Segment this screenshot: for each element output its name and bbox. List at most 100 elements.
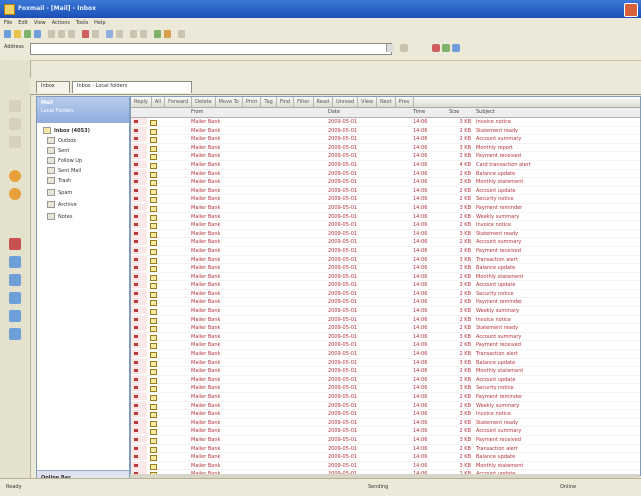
message-row[interactable]: Mailer Bank 2009-05-01 14:06 2 KB Payment re…	[131, 152, 640, 161]
message-row[interactable]: Mailer Bank 2009-05-01 14:06 2 KB Weekly sum…	[131, 401, 640, 411]
menu-tools[interactable]: Tools	[76, 20, 88, 26]
message-row[interactable]: Mailer Bank 2009-05-01 14:06 3 KB Monthly st…	[131, 178, 640, 187]
message-row[interactable]: Mailer Bank 2009-05-01 14:06 3 KB Statement …	[131, 229, 640, 239]
col-subject[interactable]: Subject	[476, 109, 495, 115]
menu-edit[interactable]: Edit	[18, 20, 28, 26]
message-row[interactable]: Mailer Bank 2009-05-01 14:06 3 KB Payment re…	[131, 203, 640, 213]
quick-toolbar-button[interactable]: Move To	[216, 97, 243, 107]
message-row[interactable]: Mailer Bank 2009-05-01 14:06 3 KB Balance up…	[131, 358, 640, 368]
receive-icon[interactable]	[24, 30, 31, 38]
address-book-icon[interactable]	[106, 30, 113, 38]
tools-icon[interactable]	[164, 30, 171, 38]
home-icon[interactable]	[452, 44, 460, 52]
quick-toolbar-button[interactable]: Print	[243, 97, 262, 107]
settings-icon[interactable]	[9, 328, 21, 340]
message-row[interactable]: Mailer Bank 2009-05-01 14:06 2 KB Statement …	[131, 324, 640, 333]
next-icon[interactable]	[140, 30, 147, 38]
rss-icon[interactable]	[9, 170, 21, 182]
forward-icon[interactable]	[68, 30, 75, 38]
message-row[interactable]: Mailer Bank 2009-05-01 14:06 3 KB Transactio…	[131, 255, 640, 265]
quick-toolbar-button[interactable]: View	[358, 97, 378, 107]
quick-toolbar-button[interactable]: Read	[314, 97, 334, 107]
menu-actions[interactable]: Actions	[52, 20, 70, 26]
menu-view[interactable]: View	[34, 20, 46, 26]
message-row[interactable]: Mailer Bank 2009-05-01 14:06 2 KB Invoice no…	[131, 315, 640, 325]
message-row[interactable]: Mailer Bank 2009-05-01 14:06 2 KB Payment re…	[131, 246, 640, 256]
message-row[interactable]: Mailer Bank 2009-05-01 14:06 3 KB Monthly re…	[131, 143, 640, 153]
address-dropdown-icon[interactable]	[386, 44, 394, 52]
col-time[interactable]: Time	[413, 109, 425, 115]
reply-all-icon[interactable]	[58, 30, 65, 38]
folder-item[interactable]: Sent	[47, 147, 69, 154]
quick-toolbar-button[interactable]: Filter	[294, 97, 314, 107]
message-row[interactable]: Mailer Bank 2009-05-01 14:06 3 KB Payment re…	[131, 435, 640, 445]
reply-icon[interactable]	[48, 30, 55, 38]
mail-icon[interactable]	[9, 100, 21, 112]
message-row[interactable]: Mailer Bank 2009-05-01 14:06 2 KB Monthly st…	[131, 272, 640, 282]
calendar-icon[interactable]	[9, 136, 21, 148]
col-size[interactable]: Size	[449, 109, 459, 115]
folder-pane-header[interactable]: Mail Local Folders	[37, 97, 129, 123]
folder-item[interactable]: Archive	[47, 201, 77, 208]
stop-icon[interactable]	[432, 44, 440, 52]
message-row[interactable]: Mailer Bank 2009-05-01 14:06 2 KB Balance up…	[131, 264, 640, 273]
message-row[interactable]: Mailer Bank 2009-05-01 14:06 2 KB Account su…	[131, 135, 640, 144]
quick-toolbar-button[interactable]: Next	[377, 97, 396, 107]
filter-icon[interactable]	[154, 30, 161, 38]
menu-help[interactable]: Help	[94, 20, 105, 26]
message-row[interactable]: Mailer Bank 2009-05-01 14:06 2 KB Statement …	[131, 126, 640, 136]
prev-icon[interactable]	[130, 30, 137, 38]
tab-inbox[interactable]: Inbox	[36, 81, 70, 93]
open-folder-icon[interactable]	[14, 30, 21, 38]
folder-item[interactable]: Outbox	[47, 137, 76, 144]
quick-toolbar-button[interactable]: Tag	[261, 97, 277, 107]
message-row[interactable]: Mailer Bank 2009-05-01 14:06 3 KB Monthly st…	[131, 461, 640, 471]
message-row[interactable]: Mailer Bank 2009-05-01 14:06 2 KB Account su…	[131, 427, 640, 436]
message-row[interactable]: Mailer Bank 2009-05-01 14:06 3 KB Security n…	[131, 384, 640, 393]
shortcuts-icon[interactable]	[9, 310, 21, 322]
message-row[interactable]: Mailer Bank 2009-05-01 14:06 2 KB Monthly st…	[131, 367, 640, 376]
options-icon[interactable]	[178, 30, 185, 38]
message-row[interactable]: Mailer Bank 2009-05-01 14:06 3 KB Account up…	[131, 281, 640, 290]
folder-item[interactable]: Follow Up	[47, 157, 82, 164]
message-row[interactable]: Mailer Bank 2009-05-01 14:06 2 KB Account su…	[131, 238, 640, 247]
message-row[interactable]: Mailer Bank 2009-05-01 14:06 2 KB Transactio…	[131, 350, 640, 359]
folder-item[interactable]: Notes	[47, 213, 72, 220]
message-row[interactable]: Mailer Bank 2009-05-01 14:06 2 KB Balance up…	[131, 453, 640, 462]
message-row[interactable]: Mailer Bank 2009-05-01 14:06 2 KB Invoice no…	[131, 221, 640, 230]
message-row[interactable]: Mailer Bank 2009-05-01 14:06 3 KB Account su…	[131, 332, 640, 342]
message-row[interactable]: Mailer Bank 2009-05-01 14:06 3 KB Weekly sum…	[131, 307, 640, 316]
menu-file[interactable]: File	[4, 20, 12, 26]
message-row[interactable]: Mailer Bank 2009-05-01 14:06 2 KB Security n…	[131, 195, 640, 204]
quick-toolbar-button[interactable]: Forward	[165, 97, 193, 107]
quick-toolbar-button[interactable]: Find	[277, 97, 295, 107]
folder-item[interactable]: Spam	[47, 189, 72, 196]
folder-item[interactable]: Inbox (4053)	[43, 127, 90, 134]
message-row[interactable]: Mailer Bank 2009-05-01 14:06 4 KB Card trans…	[131, 160, 640, 170]
message-row[interactable]: Mailer Bank 2009-05-01 14:06 2 KB Payment re…	[131, 298, 640, 308]
find-icon[interactable]	[116, 30, 123, 38]
send-icon[interactable]	[34, 30, 41, 38]
tab-local-folders[interactable]: Inbox - Local folders	[72, 81, 192, 93]
folder-list-icon[interactable]	[9, 274, 21, 286]
search-icon[interactable]	[9, 256, 21, 268]
new-mail-icon[interactable]	[4, 30, 11, 38]
message-row[interactable]: Mailer Bank 2009-05-01 14:06 2 KB Payment re…	[131, 341, 640, 351]
delete-icon[interactable]	[82, 30, 89, 38]
folder-item[interactable]: Trash	[47, 177, 71, 184]
message-row[interactable]: Mailer Bank 2009-05-01 14:06 2 KB Statement …	[131, 418, 640, 428]
message-row[interactable]: Mailer Bank 2009-05-01 14:06 2 KB Balance up…	[131, 169, 640, 179]
quick-toolbar-button[interactable]: Prev	[396, 97, 414, 107]
col-date[interactable]: Date	[328, 109, 340, 115]
message-row[interactable]: Mailer Bank 2009-05-01 14:06 2 KB Weekly sum…	[131, 212, 640, 222]
col-from[interactable]: From	[191, 109, 203, 115]
quick-toolbar-button[interactable]: Delete	[192, 97, 216, 107]
message-row[interactable]: Mailer Bank 2009-05-01 14:06 2 KB Transactio…	[131, 444, 640, 454]
message-row[interactable]: Mailer Bank 2009-05-01 14:06 2 KB Payment re…	[131, 393, 640, 402]
quick-toolbar-button[interactable]: Unread	[333, 97, 359, 107]
message-row[interactable]: Mailer Bank 2009-05-01 14:06 3 KB Invoice no…	[131, 410, 640, 419]
address-input[interactable]	[30, 43, 392, 55]
contacts-icon[interactable]	[9, 118, 21, 130]
message-row[interactable]: Mailer Bank 2009-05-01 14:06 2 KB Account up…	[131, 375, 640, 385]
tasks-icon[interactable]	[9, 238, 21, 250]
